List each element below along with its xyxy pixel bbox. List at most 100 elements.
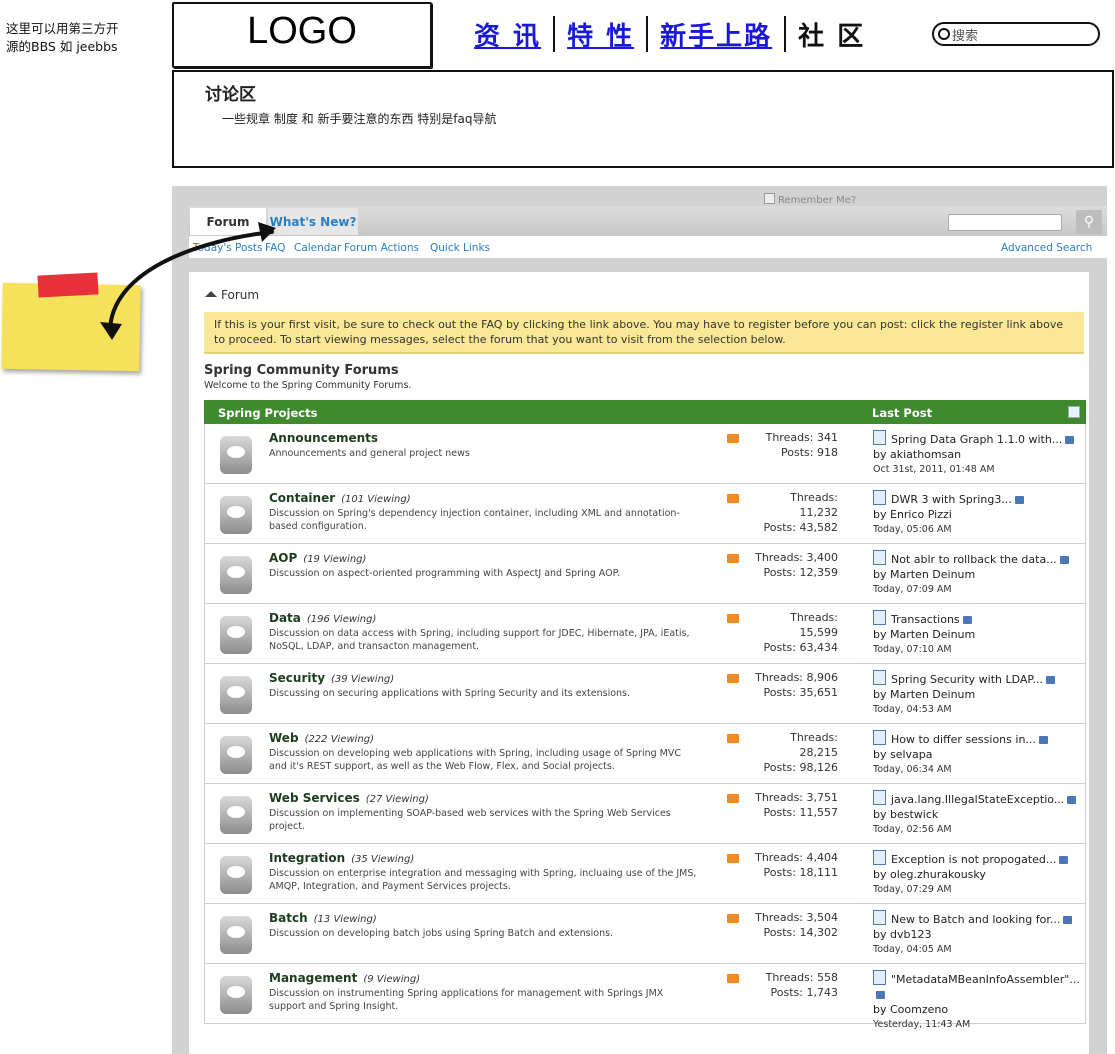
subnav-quick-links[interactable]: Quick Links	[430, 242, 490, 254]
last-post-title[interactable]: Spring Security with LDAP...	[891, 673, 1043, 686]
forum-name-link[interactable]: Web	[269, 731, 299, 745]
last-post-author[interactable]: by Enrico Pizzi	[873, 507, 1083, 522]
subnav-faq[interactable]: FAQ	[265, 242, 285, 254]
forum-name-link[interactable]: Web Services	[269, 791, 360, 805]
rss-icon[interactable]	[727, 554, 739, 563]
forum-search-input[interactable]	[948, 214, 1062, 231]
rss-icon[interactable]	[727, 494, 739, 503]
home-icon[interactable]	[205, 291, 217, 297]
go-to-post-icon[interactable]	[962, 616, 972, 624]
go-to-post-icon[interactable]	[1038, 736, 1048, 744]
subnav-todays-posts[interactable]: Today's Posts	[193, 242, 263, 254]
forum-name-link[interactable]: Data	[269, 611, 301, 625]
go-to-post-icon[interactable]	[1065, 436, 1075, 444]
rss-icon[interactable]	[727, 974, 739, 983]
last-post-date: Today, 06:34 AM	[873, 764, 952, 775]
last-post-author[interactable]: by selvapa	[873, 747, 1083, 762]
rss-icon[interactable]	[727, 794, 739, 803]
post-count: Posts: 918	[781, 446, 838, 459]
thread-count: Threads: 3,504	[755, 911, 838, 924]
last-post-title[interactable]: Spring Data Graph 1.1.0 with...	[891, 433, 1062, 446]
nav-news[interactable]: 资 讯	[462, 16, 553, 53]
last-post-author[interactable]: by dvb123	[873, 927, 1083, 942]
thread-count: Threads: 8,906	[755, 671, 838, 684]
tab-whats-new[interactable]: What's New?	[268, 208, 358, 235]
last-post: How to differ sessions in... by selvapa To…	[873, 730, 1083, 777]
last-post-author[interactable]: by oleg.zhurakousky	[873, 867, 1083, 882]
search-icon[interactable]: ⚲	[1076, 210, 1102, 234]
advanced-search-link[interactable]: Advanced Search	[1001, 242, 1092, 254]
last-post-author[interactable]: by Marten Deinum	[873, 627, 1083, 642]
rss-icon[interactable]	[727, 674, 739, 683]
forum-stats: Threads: 3,400 Posts: 12,359	[750, 550, 838, 580]
search-icon	[938, 28, 950, 40]
forum-name-link[interactable]: Integration	[269, 851, 345, 865]
forum-name-line: Data (196 Viewing)	[269, 611, 376, 625]
forum-status-icon	[220, 736, 252, 774]
nav-community[interactable]: 社 区	[786, 16, 877, 53]
forum-name-link[interactable]: Security	[269, 671, 325, 685]
forum-screenshot: Remember Me? Forum What's New? ⚲ Today's…	[172, 186, 1107, 1054]
rss-icon[interactable]	[727, 854, 739, 863]
nav-features[interactable]: 特 性	[555, 16, 646, 53]
login-strip	[172, 186, 1107, 204]
forum-name-link[interactable]: Announcements	[269, 431, 378, 445]
document-icon	[873, 850, 886, 865]
section-header: Spring Projects Last Post	[204, 400, 1086, 424]
last-post-date: Yesterday, 11:43 AM	[873, 1019, 971, 1030]
go-to-post-icon[interactable]	[1045, 676, 1055, 684]
forum-stats: Threads: 4,404 Posts: 18,111	[750, 850, 838, 880]
rss-icon[interactable]	[727, 434, 739, 443]
post-count: Posts: 43,582	[763, 521, 838, 534]
last-post-author[interactable]: by Marten Deinum	[873, 567, 1083, 582]
forum-stats: Threads: 11,232 Posts: 43,582	[750, 490, 838, 535]
last-post-title[interactable]: DWR 3 with Spring3...	[891, 493, 1012, 506]
search-input[interactable]: 搜索	[932, 22, 1100, 46]
last-post-author[interactable]: by Coomzeno	[873, 1002, 1083, 1017]
forum-stats: Threads: 28,215 Posts: 98,126	[750, 730, 838, 775]
thread-count: Threads: 15,599	[790, 611, 838, 639]
breadcrumb-label[interactable]: Forum	[221, 288, 259, 302]
rss-icon[interactable]	[727, 614, 739, 623]
last-post-title[interactable]: Exception is not propogated...	[891, 853, 1056, 866]
last-post-title[interactable]: Transactions	[891, 613, 960, 626]
last-post-title[interactable]: java.lang.IllegalStateExceptio...	[891, 793, 1064, 806]
subnav-forum-actions[interactable]: Forum Actions	[344, 242, 419, 254]
go-to-post-icon[interactable]	[1063, 916, 1073, 924]
last-post-author[interactable]: by bestwick	[873, 807, 1083, 822]
tab-forum[interactable]: Forum	[190, 208, 266, 235]
forum-name-line: Security (39 Viewing)	[269, 671, 394, 685]
remember-me[interactable]: Remember Me?	[764, 193, 856, 206]
go-to-post-icon[interactable]	[1014, 496, 1024, 504]
go-to-post-icon[interactable]	[1067, 796, 1077, 804]
last-post-title[interactable]: Not ablr to rollback the data...	[891, 553, 1057, 566]
rss-icon[interactable]	[727, 734, 739, 743]
forum-name-link[interactable]: Batch	[269, 911, 308, 925]
collapse-icon[interactable]	[1068, 406, 1080, 418]
sticky-note-text: 这里可以用第三方开源的BBS 如 jeebbs	[6, 21, 119, 54]
remember-checkbox[interactable]	[764, 193, 775, 204]
last-post-title[interactable]: "MetadataMBeanInfoAssembler"...	[891, 973, 1080, 986]
forum-name-link[interactable]: Management	[269, 971, 357, 985]
forum-description: Discussion on enterprise integration and…	[269, 868, 697, 892]
go-to-post-icon[interactable]	[1059, 556, 1069, 564]
last-post-title[interactable]: New to Batch and looking for...	[891, 913, 1060, 926]
forum-name-line: Web Services (27 Viewing)	[269, 791, 429, 805]
last-post-title[interactable]: How to differ sessions in...	[891, 733, 1036, 746]
forum-name-link[interactable]: Container	[269, 491, 335, 505]
viewing-count: (222 Viewing)	[304, 734, 375, 745]
go-to-post-icon[interactable]	[876, 991, 885, 999]
last-post-author[interactable]: by akiathomsan	[873, 447, 1083, 462]
thread-count: Threads: 3,400	[755, 551, 838, 564]
go-to-post-icon[interactable]	[1059, 856, 1069, 864]
section-title[interactable]: Spring Projects	[218, 406, 317, 420]
last-post-author[interactable]: by Marten Deinum	[873, 687, 1083, 702]
search-placeholder: 搜索	[952, 29, 979, 44]
last-post: Not ablr to rollback the data... by Marte…	[873, 550, 1083, 597]
rss-icon[interactable]	[727, 914, 739, 923]
subnav-calendar[interactable]: Calendar	[294, 242, 341, 254]
nav-getting-started[interactable]: 新手上路	[648, 16, 784, 53]
last-post-date: Today, 02:56 AM	[873, 824, 952, 835]
forum-name-link[interactable]: AOP	[269, 551, 297, 565]
last-post: java.lang.IllegalStateExceptio... by best…	[873, 790, 1083, 837]
